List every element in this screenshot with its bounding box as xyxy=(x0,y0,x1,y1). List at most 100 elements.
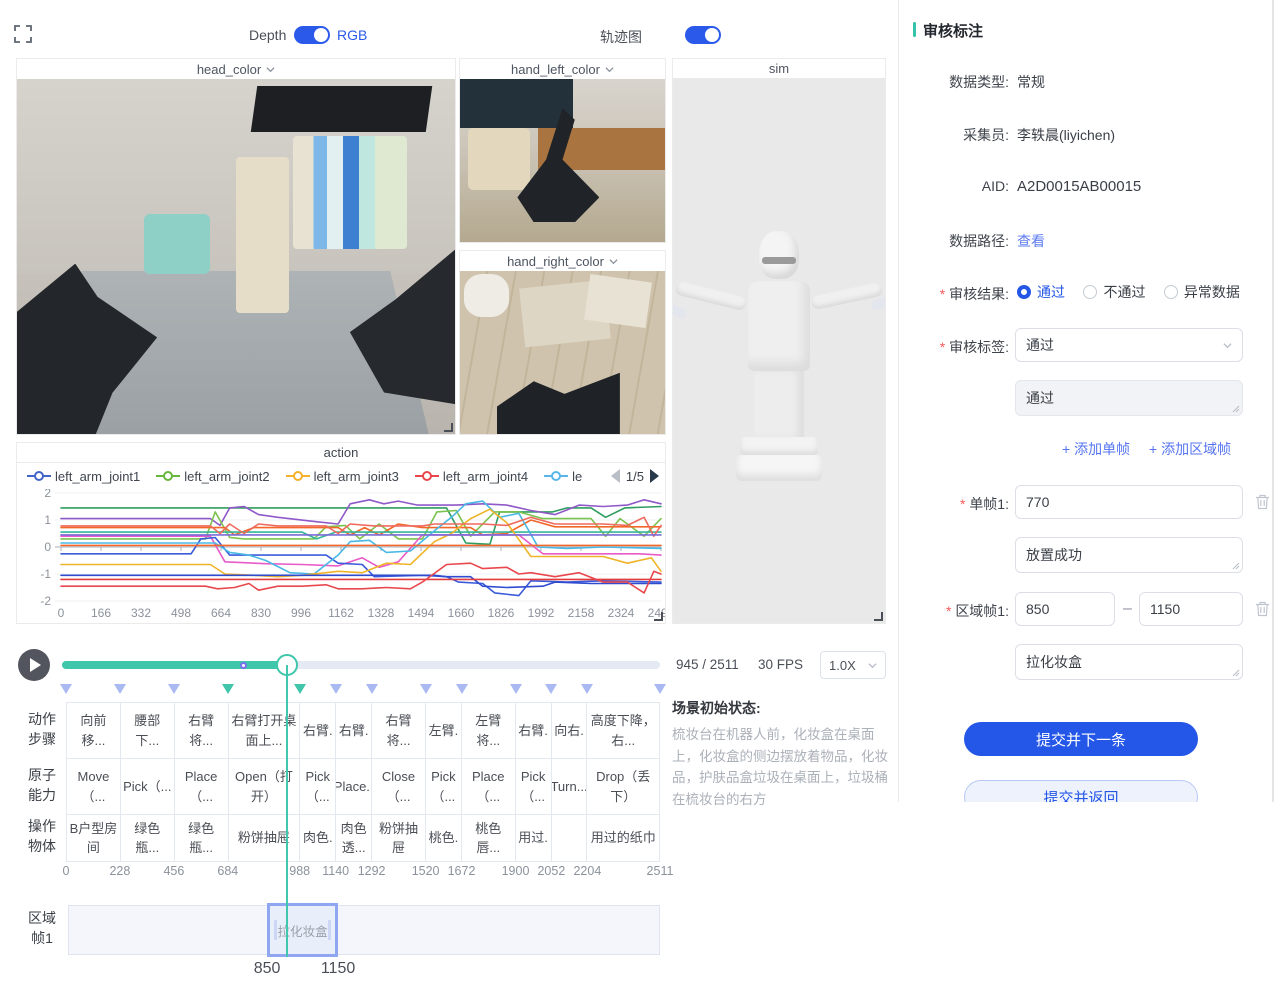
submit-back-button[interactable]: 提交并返回 xyxy=(964,780,1198,802)
step-cell[interactable]: 向右. xyxy=(552,703,588,758)
step-cell[interactable]: 左臂将... xyxy=(462,703,516,758)
review-result-option-不通过[interactable]: 不通过 xyxy=(1083,282,1145,302)
object-cell[interactable]: 粉饼抽屉 xyxy=(372,815,426,861)
legend-item-le[interactable]: le xyxy=(544,469,582,484)
step-cell[interactable]: 右臂. xyxy=(516,703,552,758)
delete-single-frame-icon[interactable] xyxy=(1255,494,1270,510)
resize-handle-icon[interactable] xyxy=(874,612,883,621)
textarea-resize-icon[interactable] xyxy=(1232,405,1240,413)
submit-next-button[interactable]: 提交并下一条 xyxy=(964,722,1198,756)
region-end-text: 1150 xyxy=(1150,601,1180,617)
object-cell[interactable]: 绿色瓶... xyxy=(121,815,175,861)
object-cell[interactable]: 桃色. xyxy=(426,815,462,861)
step-marker-icon[interactable] xyxy=(545,684,557,694)
textarea-resize-icon[interactable] xyxy=(1232,562,1240,570)
object-cell[interactable]: 粉饼抽屉 xyxy=(229,815,301,861)
review-tag-note-textarea[interactable]: 通过 xyxy=(1015,380,1243,416)
object-cell[interactable]: 肉色透... xyxy=(336,815,372,861)
fullscreen-icon[interactable] xyxy=(14,25,32,43)
object-cell[interactable]: 桃色唇... xyxy=(462,815,516,861)
step-cell[interactable]: 向前移... xyxy=(67,703,121,758)
region-end-input[interactable]: 1150 xyxy=(1139,592,1243,626)
step-marker-icon[interactable] xyxy=(420,684,432,694)
step-marker-icon[interactable] xyxy=(654,684,666,694)
single-frame-input[interactable]: 770 xyxy=(1015,485,1243,519)
depth-rgb-toggle[interactable] xyxy=(294,26,330,44)
atom-cell[interactable]: Open（打开） xyxy=(229,759,301,814)
object-cell[interactable] xyxy=(552,815,588,861)
svg-text:1162: 1162 xyxy=(328,606,354,620)
atom-cell[interactable]: Close（... xyxy=(372,759,426,814)
single-frame-note-textarea[interactable]: 放置成功 xyxy=(1015,537,1243,573)
step-cell[interactable]: 右臂将... xyxy=(372,703,426,758)
trajectory-toggle[interactable] xyxy=(685,26,721,44)
action-line-chart[interactable]: 210-1-2016633249866483099611621328149416… xyxy=(17,489,665,623)
view-data-path-link[interactable]: 查看 xyxy=(1017,231,1045,251)
add-single-frame-button[interactable]: + 添加单帧 xyxy=(1062,439,1130,459)
step-marker-icon[interactable] xyxy=(168,684,180,694)
legend-item-left_arm_joint1[interactable]: left_arm_joint1 xyxy=(27,469,140,484)
atom-cell[interactable]: Pick（... xyxy=(300,759,336,814)
textarea-resize-icon[interactable] xyxy=(1232,669,1240,677)
region-right-handle[interactable] xyxy=(328,920,331,940)
legend-prev-icon[interactable] xyxy=(611,469,620,483)
atom-cell[interactable]: Drop（丢下） xyxy=(587,759,660,814)
review-result-option-通过[interactable]: 通过 xyxy=(1017,282,1065,302)
atom-cell[interactable]: Turn... xyxy=(552,759,588,814)
step-marker-icon[interactable] xyxy=(60,684,72,694)
resize-handle-icon[interactable] xyxy=(654,612,663,621)
active-step-marker-icon[interactable] xyxy=(294,684,306,694)
legend-item-left_arm_joint2[interactable]: left_arm_joint2 xyxy=(156,469,269,484)
hand-right-camera-header[interactable]: hand_right_color xyxy=(460,251,665,271)
play-button[interactable] xyxy=(18,649,50,681)
object-cell[interactable]: B户型房间 xyxy=(67,815,121,861)
atom-cell[interactable]: Pick（... xyxy=(426,759,462,814)
radio-label: 不通过 xyxy=(1103,282,1145,302)
atom-cell[interactable]: Pick（... xyxy=(121,759,175,814)
atom-cell[interactable]: Pick（... xyxy=(516,759,552,814)
playhead-line[interactable] xyxy=(286,665,288,957)
speed-select[interactable]: 1.0X xyxy=(820,651,886,679)
step-cell[interactable]: 腰部下... xyxy=(121,703,175,758)
step-cell[interactable]: 左臂. xyxy=(426,703,462,758)
step-marker-icon[interactable] xyxy=(114,684,126,694)
object-cell[interactable]: 用过的纸巾 xyxy=(587,815,660,861)
review-tag-select[interactable]: 通过 xyxy=(1015,328,1243,362)
step-cell[interactable]: 右臂. xyxy=(300,703,336,758)
legend-next-icon[interactable] xyxy=(650,469,659,483)
step-marker-icon[interactable] xyxy=(330,684,342,694)
object-cell[interactable]: 肉色. xyxy=(300,815,336,861)
region-note-textarea[interactable]: 拉化妆盒 xyxy=(1015,644,1243,680)
frame-axis-tick: 1672 xyxy=(448,864,476,878)
section-accent-bar xyxy=(913,22,916,37)
review-result-option-异常数据[interactable]: 异常数据 xyxy=(1164,282,1240,302)
atom-cell[interactable]: Move（... xyxy=(67,759,121,814)
active-step-marker-icon[interactable] xyxy=(222,684,234,694)
region-start-input[interactable]: 850 xyxy=(1015,592,1115,626)
scrollbar[interactable] xyxy=(1272,0,1274,802)
atom-cell[interactable]: Place（... xyxy=(175,759,229,814)
sim-viewport[interactable] xyxy=(673,78,885,623)
object-cell[interactable]: 绿色瓶... xyxy=(175,815,229,861)
add-region-frame-button[interactable]: + 添加区域帧 xyxy=(1149,439,1231,459)
step-marker-icon[interactable] xyxy=(581,684,593,694)
region-frame-block[interactable]: 拉化妆盒 xyxy=(267,903,338,957)
step-marker-icon[interactable] xyxy=(456,684,468,694)
hand-left-camera-header[interactable]: hand_left_color xyxy=(460,59,665,79)
atom-cell[interactable]: Place.. xyxy=(336,759,372,814)
resize-handle-icon[interactable] xyxy=(444,423,453,432)
legend-item-left_arm_joint4[interactable]: left_arm_joint4 xyxy=(415,469,528,484)
head-camera-header[interactable]: head_color xyxy=(17,59,455,79)
delete-region-frame-icon[interactable] xyxy=(1255,601,1270,617)
legend-item-left_arm_joint3[interactable]: left_arm_joint3 xyxy=(286,469,399,484)
atom-cell[interactable]: Place（... xyxy=(462,759,516,814)
step-marker-icon[interactable] xyxy=(366,684,378,694)
step-marker-icon[interactable] xyxy=(510,684,522,694)
step-cell[interactable]: 高度下降，右... xyxy=(587,703,660,758)
step-cell[interactable]: 右臂. xyxy=(336,703,372,758)
region-track[interactable] xyxy=(68,905,660,955)
object-cell[interactable]: 用过. xyxy=(516,815,552,861)
step-cell[interactable]: 右臂打开桌面上... xyxy=(229,703,301,758)
region-left-handle[interactable] xyxy=(274,920,277,940)
step-cell[interactable]: 右臂将... xyxy=(175,703,229,758)
